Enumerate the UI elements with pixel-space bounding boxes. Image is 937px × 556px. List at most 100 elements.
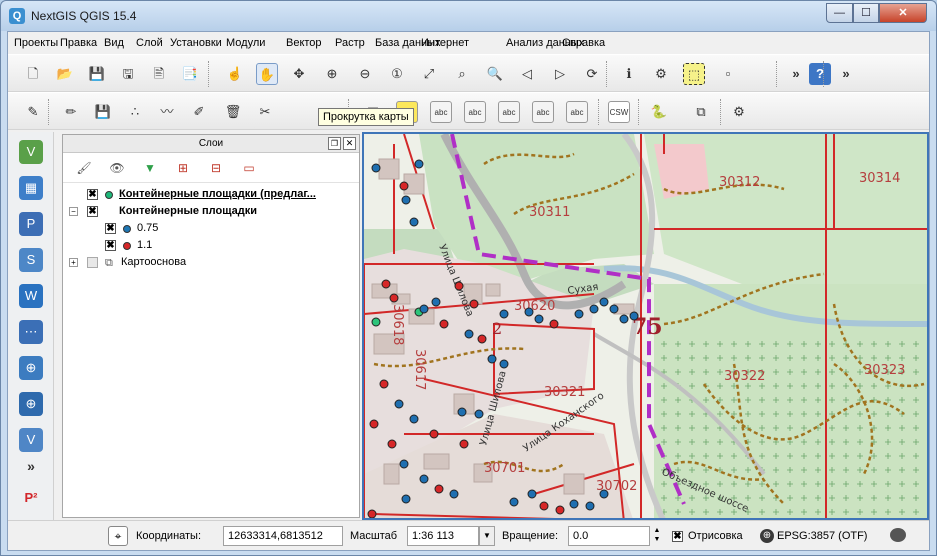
menu-item[interactable]: Растр — [335, 37, 365, 49]
layout-manager-icon[interactable]: 📑 — [179, 63, 201, 85]
float-panel-icon[interactable]: ❐ — [328, 137, 341, 150]
zoom-next-icon[interactable]: ▷ — [549, 63, 571, 85]
layer-row[interactable]: − ✖ Контейнерные площадки — [63, 204, 359, 221]
remove-layer-icon[interactable]: ▭ — [240, 159, 258, 177]
layer-name[interactable]: Контейнерные площадки — [119, 205, 257, 217]
menu-item[interactable]: Вектор — [286, 37, 322, 49]
container-point[interactable] — [599, 489, 609, 499]
layer-name[interactable]: Картооснова — [121, 256, 186, 268]
scale-dropdown-icon[interactable]: ▼ — [479, 526, 495, 546]
collapse-all-icon[interactable]: ⊟ — [207, 159, 225, 177]
visibility-icon[interactable]: 👁 — [108, 159, 126, 177]
layer-row[interactable]: ✖ 1.1 — [63, 238, 359, 255]
menu-item[interactable]: Проекты — [14, 37, 58, 49]
layer-row[interactable]: + ⧉ Картооснова — [63, 255, 359, 272]
layer-visibility-checkbox[interactable]: ✖ — [105, 223, 116, 234]
container-point[interactable] — [599, 297, 609, 307]
container-point[interactable] — [409, 217, 419, 227]
container-point[interactable] — [449, 489, 459, 499]
menu-item[interactable]: Установки — [170, 37, 222, 49]
open-styling-icon[interactable]: 🖌 — [75, 159, 93, 177]
container-point[interactable] — [469, 299, 479, 309]
render-checkbox-icon[interactable]: ✖ — [672, 531, 683, 542]
container-point[interactable] — [381, 279, 391, 289]
map-canvas[interactable]: 30312 30314 30311 30620 30321 30322 30323 30701… — [362, 132, 929, 520]
layer-visibility-checkbox[interactable] — [87, 257, 98, 268]
rotation-field[interactable]: 0.0 — [568, 526, 650, 546]
render-label[interactable]: Отрисовка — [688, 530, 743, 542]
container-point[interactable] — [419, 304, 429, 314]
python-icon[interactable]: 🐍 — [648, 101, 670, 123]
layer-name[interactable]: 1.1 — [137, 239, 152, 251]
layer-row[interactable]: ✖ Контейнерные площадки (предлаг... — [63, 187, 359, 204]
metasearch-icon[interactable]: ⧉ — [690, 101, 712, 123]
pan-icon[interactable]: ✋ — [256, 63, 278, 85]
zoom-last-icon[interactable]: ◁ — [516, 63, 538, 85]
add-wfs-icon[interactable]: ⊕ — [19, 356, 43, 380]
container-point[interactable] — [589, 304, 599, 314]
csw-icon[interactable]: CSW — [608, 101, 630, 123]
menu-item[interactable]: Интернет — [421, 37, 469, 49]
add-vector-layer-icon[interactable]: V — [19, 140, 43, 164]
new-project-icon[interactable]: 🗋 — [22, 63, 44, 85]
open-folder-icon[interactable]: 📂 — [54, 63, 76, 85]
scale-field[interactable]: 1:36 113 — [407, 526, 479, 546]
add-wms-icon[interactable]: W — [19, 284, 43, 308]
menu-item[interactable]: Модули — [226, 37, 265, 49]
container-point[interactable] — [369, 419, 379, 429]
save-icon[interactable]: 💾 — [86, 63, 108, 85]
label-change-icon[interactable]: abc — [566, 101, 588, 123]
container-point[interactable] — [555, 505, 565, 515]
save-as-icon[interactable]: 🖫 — [117, 63, 139, 85]
add-wcs-icon[interactable]: ⊕ — [19, 392, 43, 416]
container-point[interactable] — [394, 399, 404, 409]
node-tool-icon[interactable]: ✐ — [188, 101, 210, 123]
container-point[interactable] — [414, 159, 424, 169]
container-point[interactable] — [371, 317, 381, 327]
container-point[interactable] — [409, 414, 419, 424]
crs-button[interactable]: EPSG:3857 (OTF) — [777, 530, 867, 542]
container-point[interactable] — [574, 309, 584, 319]
help-icon[interactable]: ? — [809, 63, 831, 85]
menu-item[interactable]: Правка — [60, 37, 97, 49]
container-point[interactable] — [527, 489, 537, 499]
container-point[interactable] — [539, 501, 549, 511]
more-icon[interactable]: » — [785, 63, 807, 85]
close-button[interactable]: ✕ — [879, 3, 927, 23]
container-point[interactable] — [549, 319, 559, 329]
add-spatialite-icon[interactable]: S — [19, 248, 43, 272]
container-point[interactable] — [387, 439, 397, 449]
coords-field[interactable]: 12633314,6813512 — [223, 526, 343, 546]
select-icon[interactable]: ⬚ — [683, 63, 705, 85]
deselect-icon[interactable]: ▫ — [717, 63, 739, 85]
container-point[interactable] — [474, 409, 484, 419]
layer-name[interactable]: Контейнерные площадки (предлаг... — [119, 188, 316, 200]
zoom-native-icon[interactable]: ① — [386, 63, 408, 85]
container-point[interactable] — [534, 314, 544, 324]
container-point[interactable] — [609, 304, 619, 314]
container-point[interactable] — [629, 311, 639, 321]
save-edits-icon[interactable]: 💾 — [92, 101, 114, 123]
zoom-full-icon[interactable]: ⤢ — [418, 63, 440, 85]
container-point[interactable] — [457, 407, 467, 417]
container-point[interactable] — [371, 163, 381, 173]
add-postgis-icon[interactable]: P — [19, 212, 43, 236]
container-point[interactable] — [429, 429, 439, 439]
container-point[interactable] — [401, 494, 411, 504]
container-point[interactable] — [399, 459, 409, 469]
close-panel-icon[interactable]: ✕ — [343, 137, 356, 150]
expand-all-icon[interactable]: ⊞ — [174, 159, 192, 177]
container-point[interactable] — [464, 329, 474, 339]
label-move-icon[interactable]: abc — [498, 101, 520, 123]
maximize-button[interactable]: ☐ — [853, 3, 879, 23]
pan-to-selection-icon[interactable]: ✥ — [288, 63, 310, 85]
more-icon[interactable]: » — [835, 63, 857, 85]
container-point[interactable] — [399, 181, 409, 191]
container-point[interactable] — [419, 474, 429, 484]
add-virtual-icon[interactable]: V — [19, 428, 43, 452]
new-print-layout-icon[interactable]: 🖹 — [148, 63, 170, 85]
label-pin-icon[interactable]: abc — [430, 101, 452, 123]
tree-expander-icon[interactable]: − — [69, 207, 78, 216]
tree-expander-icon[interactable]: + — [69, 258, 78, 267]
container-point[interactable] — [569, 499, 579, 509]
